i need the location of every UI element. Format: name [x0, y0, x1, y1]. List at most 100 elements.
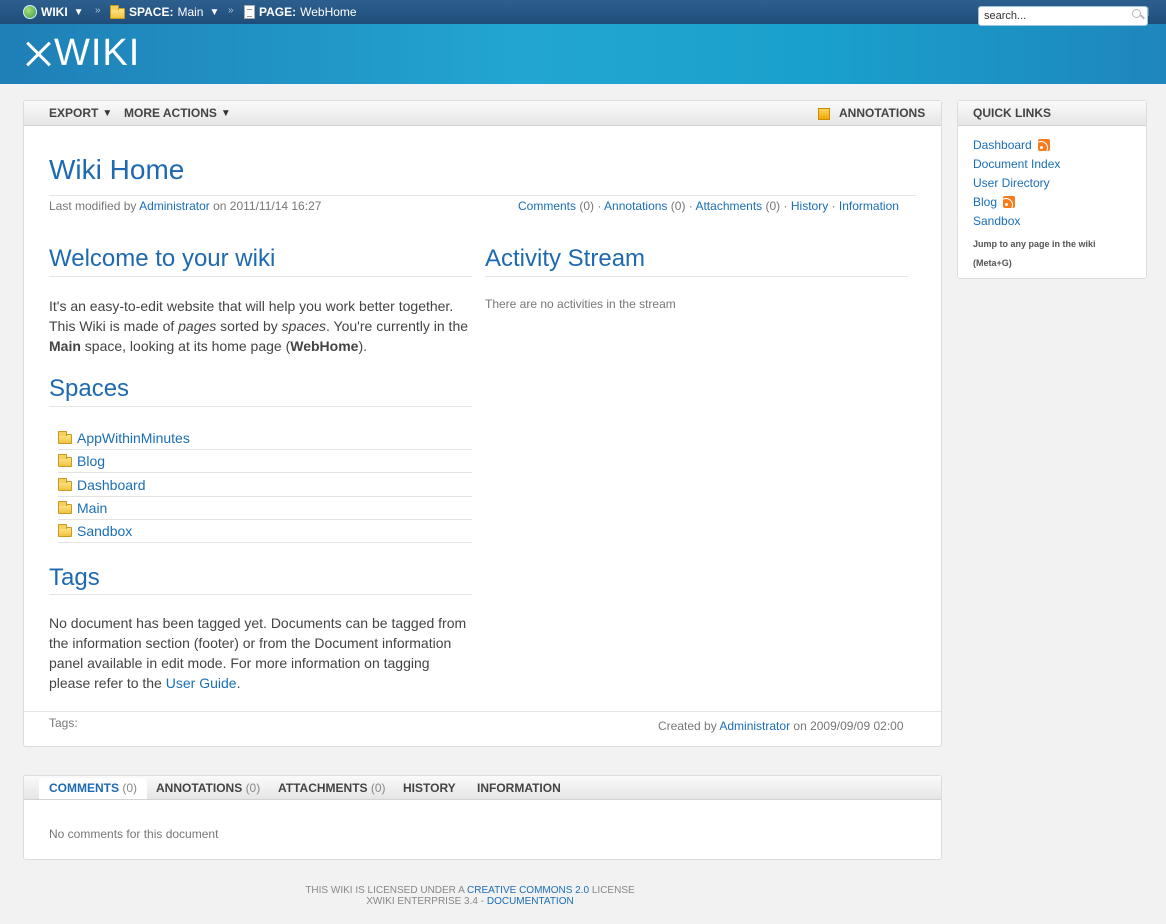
- annotations-toggle[interactable]: ANNOTATIONS: [818, 101, 925, 126]
- export-menu[interactable]: EXPORT ▼: [49, 101, 112, 126]
- tags-line-2: the information section (footer) or from…: [49, 635, 452, 651]
- license-line: THIS WIKI IS LICENSED UNDER A CREATIVE C…: [305, 885, 635, 896]
- more-actions-label: MORE ACTIONS: [124, 106, 217, 120]
- divider: [49, 406, 472, 407]
- tab-information[interactable]: INFORMATION: [467, 778, 571, 799]
- welcome-text: It's an easy-to-edit website that will h…: [49, 296, 479, 356]
- xwiki-logo[interactable]: WIKI: [24, 32, 140, 75]
- divider: [49, 276, 472, 277]
- tab-attachments[interactable]: ATTACHMENTS (0): [268, 778, 396, 799]
- quick-link-sandbox: Sandbox: [973, 214, 1020, 228]
- tab-label: HISTORY: [403, 781, 456, 795]
- attachments-count: (0): [765, 199, 781, 213]
- tab-label: ANNOTATIONS: [156, 781, 243, 795]
- folder-icon: [58, 431, 72, 444]
- space-link[interactable]: Main: [77, 500, 107, 516]
- breadcrumb-separator: »: [228, 5, 234, 16]
- caret-down-icon: ▼: [73, 6, 84, 18]
- link-separator: ·: [831, 199, 836, 213]
- page-menu[interactable]: PAGE: WebHome: [244, 0, 357, 24]
- created-prefix: Created by: [658, 719, 717, 733]
- link-separator: ·: [783, 199, 788, 213]
- divider: [24, 711, 941, 712]
- rss-icon[interactable]: [1003, 196, 1016, 208]
- activity-stream-heading: Activity Stream: [485, 245, 646, 272]
- link-separator: ·: [597, 199, 602, 213]
- comments-link[interactable]: Comments: [518, 199, 576, 213]
- tab-count: (0): [370, 781, 386, 795]
- tags-line-4: please refer to the User Guide.: [49, 675, 241, 691]
- folder-icon: [58, 501, 72, 514]
- list-item: AppWithinMinutes: [58, 427, 472, 450]
- space-link[interactable]: Dashboard: [77, 477, 146, 493]
- created-date: on 2009/09/09 02:00: [793, 719, 904, 733]
- divider: [49, 594, 472, 595]
- folder-icon: [58, 524, 72, 537]
- creative-commons-link[interactable]: CREATIVE COMMONS 2.0: [467, 885, 589, 896]
- tab-annotations[interactable]: ANNOTATIONS (0): [146, 778, 270, 799]
- quick-link-label[interactable]: User Directory: [973, 176, 1050, 190]
- folder-icon: [110, 5, 125, 19]
- breadcrumb-separator: »: [95, 5, 101, 16]
- welcome-line-2: This Wiki is made of pages sorted by spa…: [49, 318, 469, 334]
- space-link[interactable]: Blog: [77, 453, 105, 469]
- space-link[interactable]: Sandbox: [77, 523, 132, 539]
- divider: [485, 276, 908, 277]
- tags-heading: Tags: [49, 564, 100, 591]
- export-menu-label: EXPORT: [49, 106, 99, 120]
- link-separator: ·: [688, 199, 693, 213]
- annotations-link[interactable]: Annotations: [604, 199, 667, 213]
- quick-links-header: QUICK LINKS: [958, 101, 1146, 126]
- quick-link-label[interactable]: Dashboard: [973, 138, 1032, 152]
- wiki-menu[interactable]: WIKI ▼: [23, 0, 84, 24]
- quick-link-label[interactable]: Sandbox: [973, 214, 1020, 228]
- last-modified-user-link[interactable]: Administrator: [139, 199, 210, 213]
- activity-empty-message: There are no activities in the stream: [485, 297, 676, 311]
- spaces-heading: Spaces: [49, 375, 130, 402]
- rss-icon[interactable]: [1037, 139, 1050, 151]
- page-icon: [244, 5, 255, 19]
- tab-comments[interactable]: COMMENTS (0): [39, 778, 148, 799]
- search-input[interactable]: [978, 6, 1148, 26]
- quick-links-hint: Jump to any page in the wiki (Meta+G): [973, 235, 1096, 273]
- xwiki-x-icon: [24, 40, 52, 68]
- space-menu-label: SPACE:: [129, 5, 174, 19]
- quick-link-label[interactable]: Document Index: [973, 157, 1060, 171]
- created-user-link[interactable]: Administrator: [719, 719, 790, 733]
- list-item: Main: [58, 497, 472, 520]
- quick-link-user-directory: User Directory: [973, 176, 1050, 190]
- tab-label: INFORMATION: [477, 781, 561, 795]
- caret-down-icon: ▼: [102, 108, 113, 119]
- annotations-count: (0): [670, 199, 686, 213]
- logo-text: WIKI: [54, 32, 141, 74]
- attachments-link[interactable]: Attachments: [695, 199, 762, 213]
- list-item: Blog: [58, 450, 472, 473]
- content-menu-bar: EXPORT ▼ MORE ACTIONS ▼ ANNOTATIONS: [24, 101, 941, 126]
- no-comments-message: No comments for this document: [49, 827, 219, 841]
- search-icon[interactable]: [1131, 8, 1145, 22]
- space-menu-value: Main: [177, 5, 204, 19]
- more-actions-menu[interactable]: MORE ACTIONS ▼: [124, 101, 231, 126]
- version-line: XWIKI ENTERPRISE 3.4 - DOCUMENTATION: [366, 896, 574, 907]
- quick-link-blog: Blog: [973, 195, 1016, 209]
- last-modified-prefix: Last modified by: [49, 199, 137, 213]
- globe-icon: [23, 5, 37, 19]
- hint-line-1: Jump to any page in the wiki: [973, 239, 1096, 249]
- wiki-menu-label: WIKI: [41, 5, 68, 19]
- annotations-label: ANNOTATIONS: [839, 106, 926, 120]
- list-item: Dashboard: [58, 474, 472, 497]
- quick-link-dashboard: Dashboard: [973, 138, 1050, 152]
- documentation-link[interactable]: DOCUMENTATION: [487, 896, 574, 907]
- user-guide-link[interactable]: User Guide: [166, 675, 237, 691]
- history-link[interactable]: History: [791, 199, 828, 213]
- information-link[interactable]: Information: [839, 199, 899, 213]
- tab-count: (0): [245, 781, 261, 795]
- space-menu[interactable]: SPACE: Main ▼: [110, 0, 219, 24]
- quick-link-label[interactable]: Blog: [973, 195, 997, 209]
- tags-label: Tags:: [49, 716, 78, 730]
- tab-history[interactable]: HISTORY: [393, 778, 466, 799]
- list-item: Sandbox: [58, 520, 472, 543]
- space-link[interactable]: AppWithinMinutes: [77, 430, 190, 446]
- tags-line-1: No document has been tagged yet. Documen…: [49, 615, 467, 631]
- tab-label: ATTACHMENTS: [278, 781, 368, 795]
